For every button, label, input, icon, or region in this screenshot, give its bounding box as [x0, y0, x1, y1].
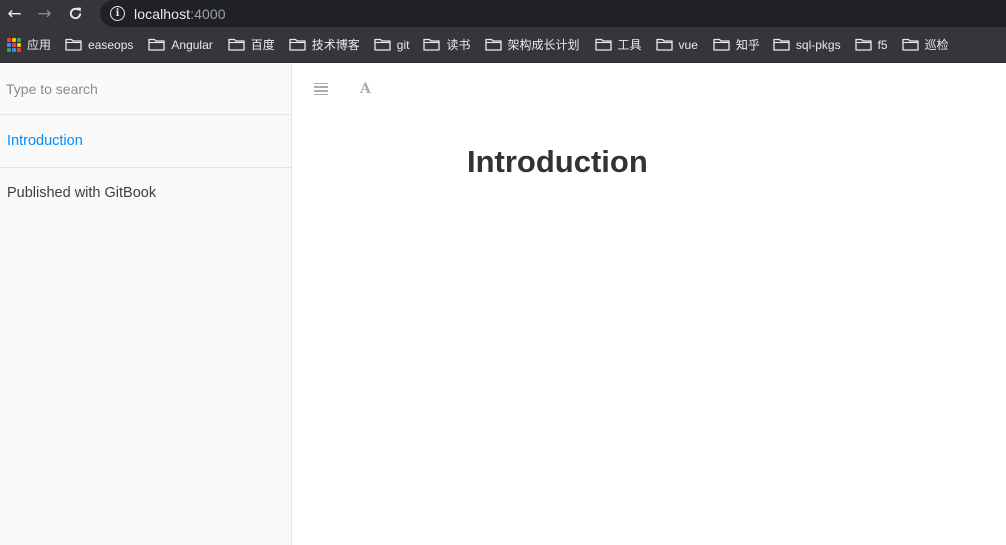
bookmark-4[interactable]: 技术博客 [289, 36, 360, 53]
folder-icon [484, 38, 502, 51]
bookmark-7[interactable]: 架构成长计划 [484, 36, 580, 53]
forward-arrow-icon[interactable]: → [29, 0, 60, 27]
summary-item-introduction[interactable]: Introduction [0, 115, 291, 168]
gitbook-link-label: Published with GitBook [7, 185, 157, 201]
font-settings-button[interactable]: A [360, 64, 371, 114]
bookmarks-bar: 应用 easeops Angular 百度 技术博客 git 读书 架构成长计划 工具 vue 知乎… [0, 27, 1006, 63]
folder-icon [854, 38, 872, 51]
book-body: A Introduction [292, 64, 1006, 545]
bookmark-10[interactable]: 知乎 [713, 36, 760, 53]
bookmark-label: Angular [171, 37, 213, 52]
book-search [0, 64, 291, 115]
bookmark-2[interactable]: Angular [148, 37, 213, 52]
folder-icon [773, 38, 790, 51]
folder-icon [374, 38, 391, 51]
address-bar[interactable]: i localhost:4000 [100, 0, 1006, 27]
bookmark-label: f5 [877, 37, 888, 52]
toggle-sidebar-button[interactable] [292, 64, 330, 114]
folder-icon [594, 38, 612, 51]
font-icon: A [360, 81, 371, 97]
folder-icon [901, 38, 919, 51]
bookmark-6[interactable]: 读书 [423, 36, 471, 53]
folder-icon [423, 38, 441, 51]
site-info-icon[interactable]: i [110, 6, 125, 21]
apps-grid-icon [7, 37, 21, 52]
book-summary-sidebar: Introduction Published with GitBook [0, 64, 292, 545]
bookmark-label: easeops [88, 37, 134, 52]
bookmark-11[interactable]: sql-pkgs [773, 38, 841, 52]
url-host: localhost [134, 5, 191, 22]
bookmark-label: 应用 [27, 38, 52, 52]
bookmark-label: 架构成长计划 [507, 38, 580, 52]
bookmark-label: git [396, 37, 410, 52]
bookmark-label: 读书 [446, 38, 471, 52]
menu-icon [314, 82, 330, 96]
search-input[interactable] [6, 81, 276, 97]
bookmark-8[interactable]: 工具 [594, 36, 642, 53]
bookmark-1[interactable]: easeops [65, 38, 133, 52]
bookmark-label: 百度 [250, 38, 275, 52]
back-arrow-icon[interactable]: ← [0, 0, 29, 27]
folder-icon [713, 38, 730, 51]
folder-icon [148, 38, 166, 51]
summary-item-label: Introduction [7, 133, 83, 149]
bookmark-label: sql-pkgs [795, 37, 841, 52]
folder-icon [65, 38, 82, 51]
book-header: A [292, 64, 1006, 114]
bookmark-12[interactable]: f5 [854, 37, 888, 52]
bookmark-9[interactable]: vue [655, 37, 698, 52]
browser-toolbar: ← → i localhost:4000 [0, 0, 1006, 27]
folder-icon [655, 38, 673, 51]
bookmark-3[interactable]: 百度 [228, 36, 275, 53]
bookmark-apps[interactable]: 应用 [0, 36, 51, 53]
url-text: localhost:4000 [134, 6, 226, 22]
bookmark-label: vue [678, 37, 698, 52]
bookmark-5[interactable]: git [374, 37, 410, 52]
bookmark-13[interactable]: 巡检 [901, 36, 949, 53]
page-title: Introduction [467, 144, 648, 179]
gitbook-page: Introduction Published with GitBook A In… [0, 64, 1006, 545]
folder-icon [228, 38, 245, 51]
bookmark-label: 技术博客 [311, 38, 360, 52]
folder-icon [289, 38, 306, 51]
published-with-gitbook-link[interactable]: Published with GitBook [0, 168, 291, 218]
bookmark-label: 巡检 [924, 38, 949, 52]
bookmark-label: 知乎 [735, 38, 760, 52]
reload-icon[interactable] [60, 0, 91, 27]
url-port: :4000 [190, 5, 226, 22]
bookmark-label: 工具 [617, 38, 642, 52]
reload-glyph [69, 7, 82, 20]
